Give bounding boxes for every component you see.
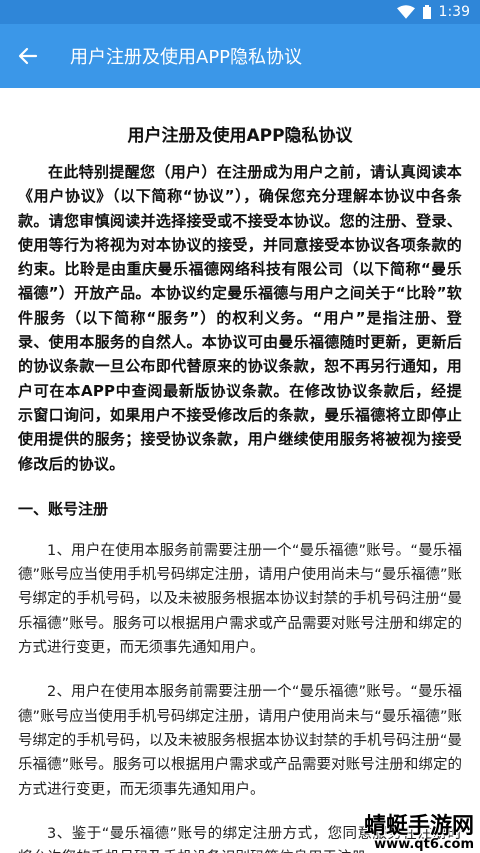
app-bar-title: 用户注册及使用APP隐私协议	[70, 47, 303, 68]
intro-paragraph: 在此特别提醒您（用户）在注册成为用户之前，请认真阅读本《用户协议》（以下简称“协…	[18, 163, 462, 473]
back-button[interactable]	[0, 24, 56, 88]
document-title: 用户注册及使用APP隐私协议	[127, 126, 353, 146]
status-time: 1:39	[438, 4, 470, 20]
clause-paragraph: 1、用户在使用本服务前需要注册一个“曼乐福德”账号。“曼乐福德”账号应当使用手机…	[18, 542, 462, 657]
arrow-left-icon	[18, 47, 38, 65]
agreement-content[interactable]: 用户注册及使用APP隐私协议 在此特别提醒您（用户）在注册成为用户之前，请认真阅…	[0, 88, 480, 853]
section-heading-account-registration: 一、账号注册	[18, 499, 109, 518]
status-bar: 1:39	[0, 0, 480, 24]
battery-icon	[422, 5, 431, 19]
wifi-icon	[396, 5, 415, 19]
clause-paragraph: 3、鉴于“曼乐福德”账号的绑定注册方式，您同意服务在注册时将允许您的手机号码及手…	[18, 825, 462, 853]
app-bar: 用户注册及使用APP隐私协议	[0, 24, 480, 88]
clause-paragraph: 2、用户在使用本服务前需要注册一个“曼乐福德”账号。“曼乐福德”账号应当使用手机…	[18, 684, 462, 798]
